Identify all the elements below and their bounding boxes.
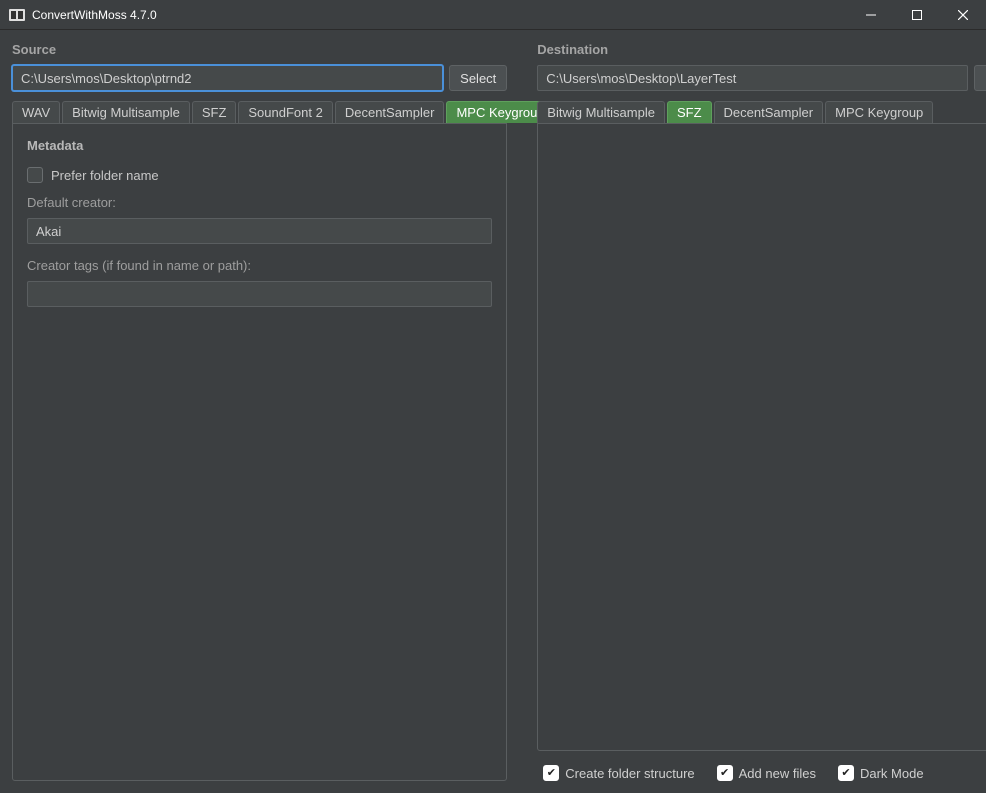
minimize-button[interactable]: [848, 0, 894, 30]
tab-sfz[interactable]: SFZ: [192, 101, 237, 123]
window-controls: [848, 0, 986, 30]
prefer-folder-name-label: Prefer folder name: [51, 168, 159, 183]
default-creator-input[interactable]: [27, 218, 492, 244]
tab-bitwig-multisample[interactable]: Bitwig Multisample: [62, 101, 190, 123]
destination-panel: Destination Select Bitwig Multisample SF…: [537, 42, 986, 781]
tab-decentsampler[interactable]: DecentSampler: [335, 101, 445, 123]
creator-tags-label: Creator tags (if found in name or path):: [27, 258, 492, 273]
source-label: Source: [12, 42, 507, 57]
create-folder-structure-label: Create folder structure: [565, 766, 694, 781]
footer-options: Create folder structure Add new files Da…: [537, 765, 986, 781]
tab-soundfont2[interactable]: SoundFont 2: [238, 101, 332, 123]
window-title: ConvertWithMoss 4.7.0: [32, 8, 157, 22]
dest-tab-bitwig[interactable]: Bitwig Multisample: [537, 101, 665, 123]
titlebar: ConvertWithMoss 4.7.0: [0, 0, 986, 30]
dark-mode-checkbox[interactable]: [838, 765, 854, 781]
source-options-panel: Metadata Prefer folder name Default crea…: [12, 123, 507, 781]
maximize-button[interactable]: [894, 0, 940, 30]
dest-tab-decentsampler[interactable]: DecentSampler: [714, 101, 824, 123]
destination-output-area: [537, 123, 986, 751]
creator-tags-input[interactable]: [27, 281, 492, 307]
source-select-button[interactable]: Select: [449, 65, 507, 91]
source-panel: Source Select WAV Bitwig Multisample SFZ…: [12, 42, 507, 781]
dark-mode-label: Dark Mode: [860, 766, 924, 781]
source-tabs: WAV Bitwig Multisample SFZ SoundFont 2 D…: [12, 101, 507, 123]
app-icon: [8, 6, 26, 24]
metadata-heading: Metadata: [27, 138, 492, 153]
destination-label: Destination: [537, 42, 986, 57]
add-new-files-checkbox[interactable]: [717, 765, 733, 781]
close-button[interactable]: [940, 0, 986, 30]
create-folder-structure-checkbox[interactable]: [543, 765, 559, 781]
default-creator-label: Default creator:: [27, 195, 492, 210]
prefer-folder-name-checkbox[interactable]: [27, 167, 43, 183]
dest-tab-mpc-keygroup[interactable]: MPC Keygroup: [825, 101, 933, 123]
source-path-input[interactable]: [12, 65, 443, 91]
tab-wav[interactable]: WAV: [12, 101, 60, 123]
add-new-files-label: Add new files: [739, 766, 816, 781]
destination-select-button[interactable]: Select: [974, 65, 986, 91]
dest-tab-sfz[interactable]: SFZ: [667, 101, 712, 123]
destination-tabs: Bitwig Multisample SFZ DecentSampler MPC…: [537, 101, 986, 123]
destination-path-input[interactable]: [537, 65, 968, 91]
